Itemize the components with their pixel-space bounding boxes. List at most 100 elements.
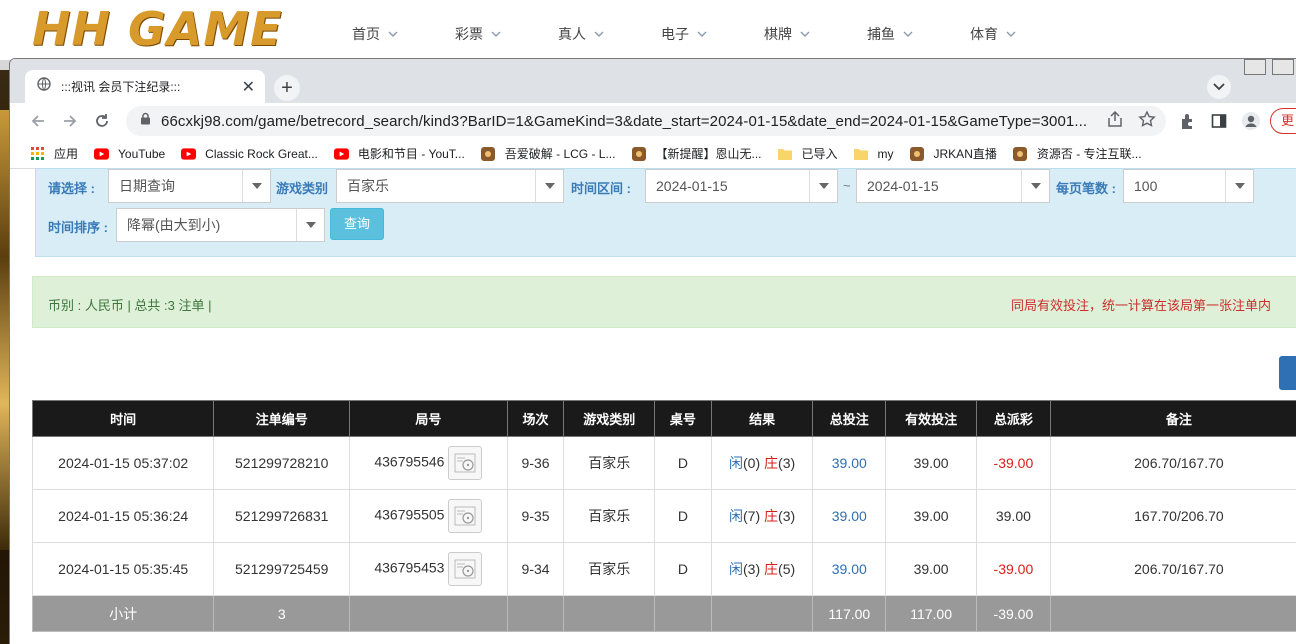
lock-icon[interactable] (140, 112, 151, 130)
cell-time: 2024-01-15 05:35:45 (31, 542, 215, 596)
cell-note: 206.70/167.70 (1049, 542, 1296, 596)
date-start-select[interactable]: 2024-01-15 (645, 169, 838, 203)
date-end-select[interactable]: 2024-01-15 (856, 169, 1050, 203)
bookmark-item[interactable]: 应用 (30, 145, 78, 162)
per-page-value: 100 (1134, 178, 1158, 194)
minimize-icon[interactable] (1244, 59, 1266, 75)
restore-icon[interactable] (1272, 59, 1294, 75)
empty-cell (563, 595, 656, 632)
bookmark-label: 应用 (54, 147, 79, 161)
cell-game-type: 百家乐 (563, 542, 656, 596)
new-tab-button[interactable]: + (274, 75, 300, 101)
table-row: 2024-01-15 05:36:24 521299726831 436795505… (31, 489, 1296, 543)
update-button[interactable]: 更 (1270, 108, 1296, 134)
bookmark-item[interactable]: my (854, 147, 894, 161)
folder-icon (854, 147, 869, 161)
subtotal-label: 小计 (31, 595, 215, 632)
cell-valid-bet: 39.00 (885, 489, 977, 543)
column-header: 结果 (710, 400, 814, 437)
tab-strip: :::视讯 会员下注纪录::: ✕ + (10, 59, 1296, 103)
site-nav: 首页 彩票 真人 电子 棋牌 捕鱼 体育 (352, 24, 1073, 44)
per-page-label: 每页笔数 : (1056, 181, 1116, 196)
banker-score: (3) (778, 508, 796, 524)
subtotal-payout: -39.00 (975, 595, 1051, 632)
player-score: (7) (743, 508, 761, 524)
site-nav-item[interactable]: 捕鱼 (867, 24, 970, 44)
site-nav-item[interactable]: 彩票 (455, 24, 558, 44)
cell-total-bet[interactable]: 39.00 (812, 489, 887, 543)
sort-label: 时间排序 : (48, 220, 108, 235)
site-header: HH GAME 首页 彩票 真人 电子 棋牌 捕鱼 体育 (0, 0, 1296, 60)
site-nav-item[interactable]: 真人 (558, 24, 661, 44)
query-type-select[interactable]: 日期查询 (108, 169, 271, 203)
cell-total-bet[interactable]: 39.00 (812, 542, 887, 596)
dropdown-arrow-icon (1225, 170, 1253, 202)
dropdown-arrow-icon (296, 209, 324, 241)
query-button[interactable]: 查询 (330, 208, 384, 240)
game-type-select[interactable]: 百家乐 (336, 169, 564, 203)
site-nav-item[interactable]: 体育 (970, 24, 1073, 44)
reload-icon[interactable] (90, 109, 114, 133)
bookmark-item[interactable]: 【新提醒】恩山无... (631, 145, 762, 162)
cell-round: 436795546 (349, 436, 508, 490)
bookmark-item[interactable]: Classic Rock Great... (181, 147, 318, 161)
bookmark-item[interactable]: 电影和节目 - YouT... (333, 145, 465, 162)
bookmark-label: 【新提醒】恩山无... (655, 147, 762, 161)
site-nav-item[interactable]: 棋牌 (764, 24, 867, 44)
cell-result[interactable]: 闲(0) 庄(3) (710, 436, 814, 490)
bookmark-label: JRKAN直播 (933, 147, 997, 161)
column-header: 局号 (349, 400, 508, 437)
dropdown-arrow-icon (242, 170, 270, 202)
tab-search-button[interactable] (1207, 75, 1231, 99)
per-page-select[interactable]: 100 (1123, 169, 1254, 203)
date-start-value: 2024-01-15 (656, 178, 728, 194)
round-id: 436795453 (374, 559, 445, 576)
summary-bar: 币别 : 人民币 | 总共 :3 注单 | 同局有效投注，统一计算在该局第一张注… (32, 276, 1296, 328)
bookmark-item[interactable]: JRKAN直播 (910, 145, 997, 162)
video-replay-icon[interactable] (448, 499, 483, 533)
cell-table-no: D (654, 489, 712, 543)
cell-order-id: 521299725459 (213, 542, 351, 596)
site-logo[interactable]: HH GAME (32, 2, 283, 56)
site-nav-item[interactable]: 电子 (661, 24, 764, 44)
address-bar[interactable]: 66cxkj98.com/game/betrecord_search/kind3… (126, 106, 1166, 136)
bookmark-star-icon[interactable] (1138, 110, 1156, 133)
extensions-icon[interactable] (1177, 110, 1199, 132)
cell-valid-bet: 39.00 (885, 542, 977, 596)
globe-icon (37, 77, 51, 96)
empty-cell (506, 595, 565, 632)
bookmarks-bar: 应用 YouTube Classic Rock Great... 电影和节目 - Yo… (10, 139, 1296, 169)
back-icon[interactable] (26, 109, 50, 133)
forward-icon[interactable] (58, 109, 82, 133)
player-score: (3) (743, 561, 761, 577)
bookmark-label: 吾爱破解 - LCG - L... (504, 147, 616, 161)
cell-note: 167.70/206.70 (1049, 489, 1296, 543)
chevron-down-icon (689, 26, 707, 42)
cell-result[interactable]: 闲(3) 庄(5) (710, 542, 814, 596)
bookmark-item[interactable]: YouTube (94, 147, 165, 161)
dropdown-arrow-icon (535, 170, 563, 202)
site-nav-label: 彩票 (455, 26, 483, 42)
active-tab[interactable]: :::视讯 会员下注纪录::: ✕ (25, 70, 265, 103)
video-replay-icon[interactable] (448, 446, 483, 480)
bookmark-item[interactable]: 已导入 (778, 145, 838, 162)
share-icon[interactable] (1106, 110, 1124, 133)
export-button[interactable] (1279, 356, 1296, 390)
side-panel-icon[interactable] (1208, 110, 1230, 132)
cell-game-type: 百家乐 (563, 436, 656, 490)
close-tab-icon[interactable]: ✕ (242, 77, 255, 97)
bookmark-label: my (877, 146, 894, 161)
table-row: 2024-01-15 05:37:02 521299728210 436795546… (31, 436, 1296, 490)
site-nav-label: 体育 (970, 26, 998, 42)
cell-result[interactable]: 闲(7) 庄(3) (710, 489, 814, 543)
bookmark-item[interactable]: 资源否 - 专注互联... (1013, 145, 1142, 162)
video-replay-icon[interactable] (448, 552, 483, 586)
column-header: 桌号 (654, 400, 712, 437)
cell-total-bet[interactable]: 39.00 (812, 436, 887, 490)
sort-select[interactable]: 降幂(由大到小) (116, 208, 325, 242)
bookmark-item[interactable]: 吾爱破解 - LCG - L... (481, 145, 616, 162)
player-label: 闲 (729, 508, 744, 524)
profile-avatar-icon[interactable] (1240, 110, 1262, 132)
site-nav-label: 电子 (661, 26, 689, 42)
site-nav-item[interactable]: 首页 (352, 24, 455, 44)
